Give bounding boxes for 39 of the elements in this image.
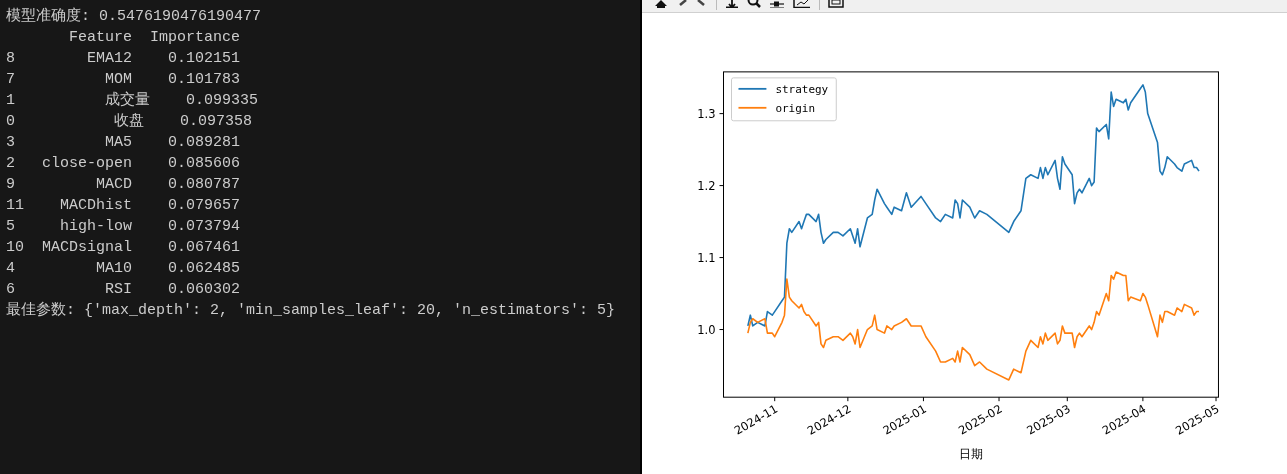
terminal-line: 模型准确度: 0.5476190476190477 [5,6,263,27]
move-icon[interactable] [725,0,739,8]
x-tick [922,396,924,402]
x-tick [998,396,1000,402]
terminal-line: 最佳参数: {'max_depth': 2, 'min_samples_leaf': 20, 'n_estimators': 5} [5,300,617,321]
terminal-line: 1 成交量 0.099335 [5,90,260,111]
terminal-line: 10 MACDsignal 0.067461 [5,238,242,258]
x-tick [1066,396,1068,402]
terminal-line: 11 MACDhist 0.079657 [5,196,242,216]
save-icon[interactable] [828,0,844,8]
y-tick-label: 1.0 [697,322,716,337]
terminal-line: 8 EMA12 0.102151 [5,49,242,69]
terminal-line: 3 MA5 0.089281 [5,133,242,153]
x-tick [1142,396,1144,402]
x-axis-label: 日期 [959,447,983,462]
terminal-line: 6 RSI 0.060302 [5,280,242,300]
y-tick [719,257,724,259]
terminal-line: 5 high-low 0.073794 [5,217,242,237]
terminal-line: 2 close-open 0.085606 [5,154,242,174]
y-tick [719,113,724,115]
terminal-line: 7 MOM 0.101783 [5,70,242,90]
zoom-icon[interactable] [747,0,761,8]
x-tick [1215,396,1217,402]
y-tick [719,185,724,187]
legend-label: strategy [775,82,829,96]
axes-edit-icon[interactable] [793,0,811,8]
sliders-icon[interactable] [769,0,785,8]
home-icon[interactable] [654,0,668,8]
y-tick-label: 1.1 [697,250,716,265]
terminal-line: 9 MACD 0.080787 [5,175,242,195]
y-tick [719,329,724,330]
legend-label: origin [775,101,815,115]
y-tick-label: 1.3 [697,106,716,121]
terminal-line: Feature Importance [68,28,242,48]
x-tick [774,396,776,402]
y-tick-label: 1.2 [697,178,716,193]
terminal-line: 0 收盘 0.097358 [5,112,254,132]
x-tick [847,396,849,402]
terminal-line: 4 MA10 0.062485 [5,259,242,279]
